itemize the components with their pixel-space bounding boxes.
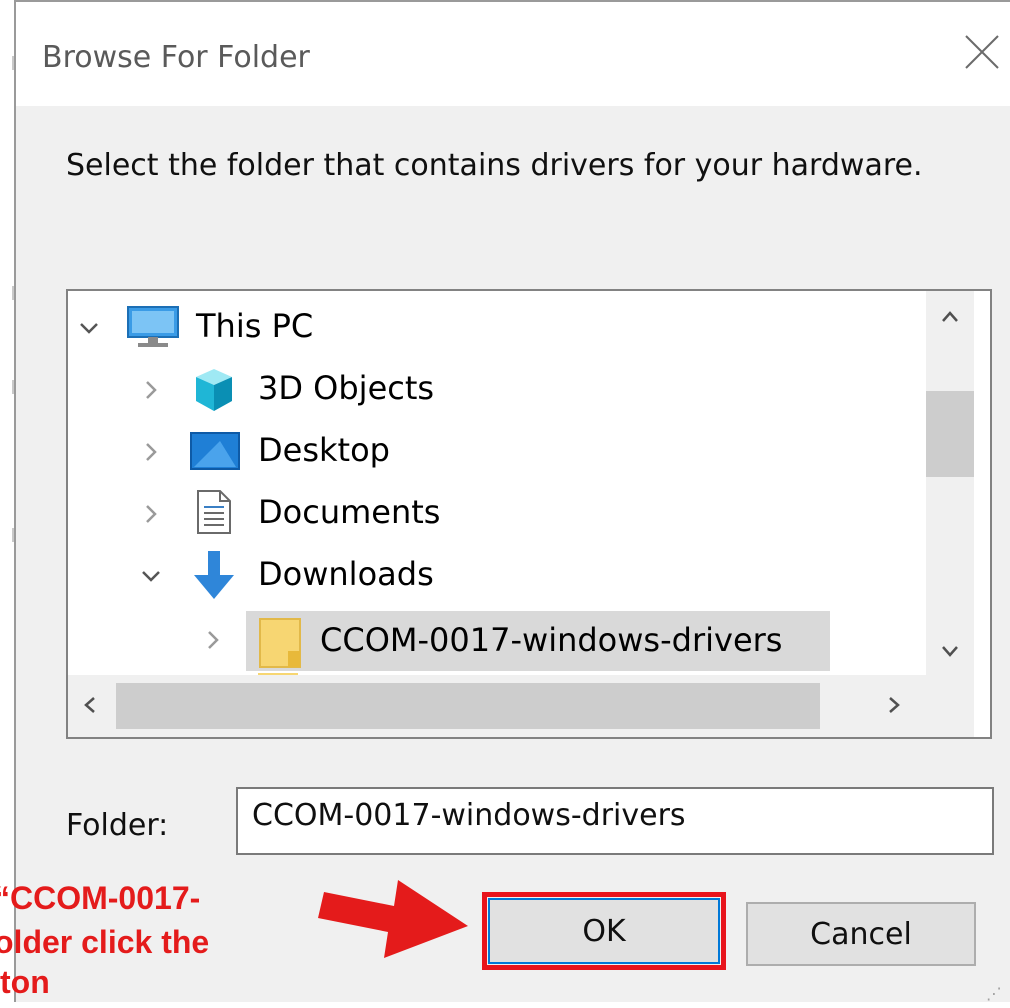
tree-item-desktop[interactable]: Desktop: [68, 423, 924, 479]
title-bar: Browse For Folder: [16, 2, 1010, 106]
tree-item-ccom-0017-windows-drivers[interactable]: CCOM-0017-windows-drivers: [246, 611, 830, 671]
annotation-line: ton: [0, 964, 50, 1000]
tree-item-label: This PC: [196, 307, 314, 345]
folder-label: Folder:: [66, 808, 169, 843]
vertical-scroll-thumb[interactable]: [926, 391, 974, 477]
browse-for-folder-dialog: Browse For Folder Select the folder that…: [14, 0, 1010, 1003]
chevron-down-icon[interactable]: [76, 315, 102, 341]
cancel-button[interactable]: Cancel: [746, 902, 976, 966]
chevron-right-icon[interactable]: [138, 377, 164, 403]
resize-grip-icon[interactable]: ⋰: [986, 984, 1002, 1003]
folder-tree[interactable]: This PC 3D Objects Desktop Documents Dow…: [66, 289, 992, 739]
monitor-icon: [126, 305, 180, 355]
scroll-right-icon[interactable]: [886, 695, 902, 719]
scroll-up-icon[interactable]: [940, 309, 960, 329]
folder-icon: [258, 617, 302, 673]
tree-item-documents[interactable]: Documents: [68, 485, 924, 541]
close-button[interactable]: [962, 32, 1002, 72]
chevron-right-icon[interactable]: [200, 627, 226, 653]
tree-item-label: Documents: [258, 493, 441, 531]
tree-item-3d-objects[interactable]: 3D Objects: [68, 361, 924, 417]
horizontal-scroll-thumb[interactable]: [116, 683, 820, 729]
annotation-line: “CCOM-0017-: [0, 880, 201, 916]
download-arrow-icon: [190, 549, 238, 605]
close-icon: [965, 35, 999, 69]
tree-item-downloads[interactable]: Downloads: [68, 547, 924, 603]
vertical-scrollbar[interactable]: [926, 291, 974, 675]
document-icon: [194, 489, 234, 539]
chevron-right-icon[interactable]: [138, 439, 164, 465]
desktop-icon: [190, 431, 240, 477]
tree-item-this-pc[interactable]: This PC: [68, 299, 924, 355]
annotation-line: older click the: [0, 924, 210, 960]
tree-item-label: 3D Objects: [258, 369, 435, 407]
dialog-title: Browse For Folder: [42, 40, 310, 75]
red-arrow-icon: [318, 880, 468, 958]
chevron-right-icon[interactable]: [138, 501, 164, 527]
tree-item-label: Downloads: [258, 555, 434, 593]
folder-input[interactable]: [236, 787, 994, 855]
chevron-down-icon[interactable]: [138, 563, 164, 589]
instruction-annotation: “CCOM-0017- older click the ton: [0, 876, 330, 1008]
cube-icon: [190, 367, 238, 417]
scroll-down-icon[interactable]: [940, 643, 960, 663]
scrollbar-corner: [926, 675, 974, 737]
instruction-text: Select the folder that contains drivers …: [66, 148, 923, 183]
background-window-edge: [0, 0, 15, 1002]
scroll-left-icon[interactable]: [82, 695, 98, 719]
tree-item-label: Desktop: [258, 431, 390, 469]
ok-button[interactable]: OK: [488, 898, 720, 964]
tree-item-label: CCOM-0017-windows-drivers: [320, 621, 783, 659]
